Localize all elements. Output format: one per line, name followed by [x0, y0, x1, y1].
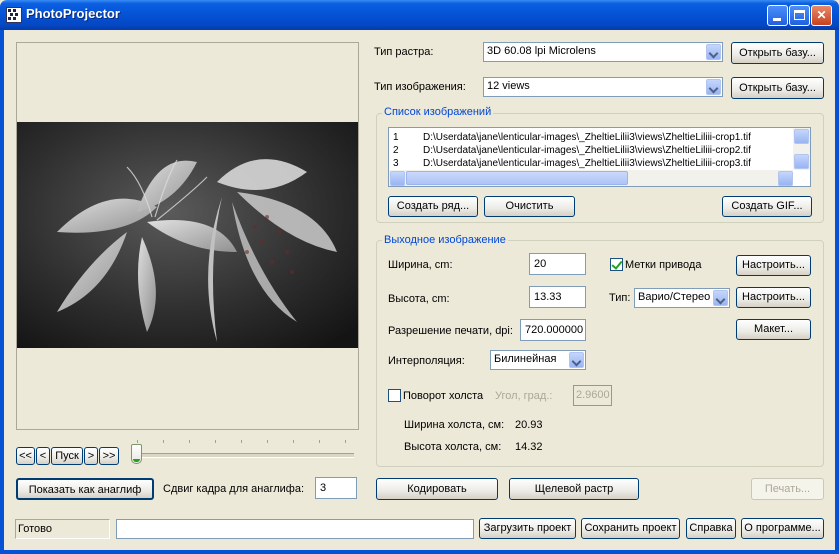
image-type-value: 12 views	[487, 80, 530, 92]
layout-button[interactable]: Макет...	[736, 319, 811, 340]
type-label: Тип:	[609, 292, 631, 304]
show-anaglyph-button[interactable]: Показать как анаглиф	[16, 478, 154, 500]
minimize-icon	[773, 18, 781, 21]
scroll-left-icon[interactable]	[390, 171, 405, 186]
type-select[interactable]: Варио/Стерео	[634, 288, 730, 308]
create-row-button[interactable]: Создать ряд...	[388, 196, 478, 217]
angle-label: Угол, град.:	[495, 390, 553, 402]
interpolation-value: Билинейная	[494, 353, 557, 365]
list-horizontal-scrollbar[interactable]	[389, 170, 793, 186]
rotate-canvas-checkbox[interactable]	[388, 389, 401, 402]
list-item[interactable]: 3 D:\Userdata\jane\lenticular-images\_Zhe…	[393, 158, 751, 170]
slider-tick	[163, 440, 164, 443]
maximize-icon	[794, 10, 805, 20]
raster-type-label: Тип растра:	[374, 46, 434, 58]
prev-frame-button[interactable]: <	[36, 447, 50, 465]
about-button[interactable]: О программе...	[741, 518, 824, 539]
next-frame-button[interactable]: >	[84, 447, 98, 465]
height-label: Высота, cm:	[388, 293, 450, 305]
open-image-db-button[interactable]: Открыть базу...	[731, 77, 824, 99]
first-frame-button[interactable]: <<	[16, 447, 35, 465]
width-input[interactable]: 20	[529, 253, 586, 275]
list-item[interactable]: 2 D:\Userdata\jane\lenticular-images\_Zhe…	[393, 145, 751, 156]
load-project-button[interactable]: Загрузить проект	[479, 518, 576, 539]
list-vertical-scrollbar[interactable]	[793, 128, 810, 170]
frame-slider-track[interactable]	[136, 453, 354, 458]
last-frame-button[interactable]: >>	[99, 447, 119, 465]
anaglyph-shift-label: Сдвиг кадра для анаглифа:	[163, 483, 305, 495]
interpolation-label: Интерполяция:	[388, 355, 465, 367]
window-frame-left	[0, 30, 4, 554]
resolution-input[interactable]: 720.000000	[520, 319, 586, 341]
minimize-button[interactable]	[767, 5, 788, 26]
image-list-title: Список изображений	[382, 106, 494, 118]
chevron-down-icon[interactable]	[569, 352, 584, 368]
clear-button[interactable]: Очистить	[484, 196, 575, 217]
status-pane: Готово	[15, 519, 110, 539]
close-button[interactable]: ✕	[811, 5, 832, 26]
encode-button[interactable]: Кодировать	[376, 478, 498, 500]
type-value: Варио/Стерео	[638, 291, 711, 303]
status-text: Готово	[18, 523, 52, 535]
angle-input[interactable]: 2.9600	[573, 385, 612, 406]
frame-slider-thumb[interactable]	[131, 444, 142, 464]
configure-type-button[interactable]: Настроить...	[736, 287, 811, 308]
slider-tick	[189, 440, 190, 443]
slider-tick	[241, 440, 242, 443]
window-frame-right	[835, 30, 839, 554]
scroll-up-icon[interactable]	[794, 129, 809, 144]
chevron-down-icon[interactable]	[713, 290, 728, 306]
image-type-label: Тип изображения:	[374, 81, 466, 93]
resolution-label: Разрешение печати, dpi:	[388, 325, 513, 337]
title-bar[interactable]: PhotoProjector ✕	[0, 0, 839, 30]
close-icon: ✕	[816, 8, 827, 22]
rotate-canvas-label: Поворот холста	[403, 390, 484, 402]
scroll-down-icon[interactable]	[794, 154, 809, 169]
open-raster-db-button[interactable]: Открыть базу...	[731, 42, 824, 64]
slider-tick	[293, 440, 294, 443]
app-window: PhotoProjector ✕ << < Пуск > >> Показать…	[0, 0, 839, 554]
play-button[interactable]: Пуск	[51, 447, 83, 465]
progress-bar	[116, 519, 474, 539]
scroll-thumb[interactable]	[406, 171, 628, 185]
slider-tick	[137, 440, 138, 443]
anaglyph-shift-input[interactable]: 3	[315, 477, 357, 499]
configure-marks-button[interactable]: Настроить...	[736, 255, 811, 276]
chevron-down-icon[interactable]	[706, 79, 721, 95]
save-project-button[interactable]: Сохранить проект	[581, 518, 680, 539]
slider-tick	[345, 440, 346, 443]
preview-image	[17, 122, 358, 348]
create-gif-button[interactable]: Создать GIF...	[722, 196, 812, 217]
output-image-title: Выходное изображение	[382, 234, 508, 246]
window-frame-bottom	[0, 550, 839, 554]
width-label: Ширина, cm:	[388, 259, 453, 271]
chevron-down-icon[interactable]	[706, 44, 721, 60]
slider-tick	[319, 440, 320, 443]
help-button[interactable]: Справка	[686, 518, 736, 539]
canvas-height-label: Высота холста, см:	[404, 441, 502, 453]
image-list[interactable]: 1 D:\Userdata\jane\lenticular-images\_Zhe…	[388, 127, 811, 187]
drive-marks-checkbox[interactable]	[610, 258, 623, 271]
slider-tick	[267, 440, 268, 443]
canvas-width-value: 20.93	[515, 419, 543, 431]
slider-tick	[215, 440, 216, 443]
interpolation-select[interactable]: Билинейная	[490, 350, 586, 370]
window-title: PhotoProjector	[26, 6, 120, 21]
app-icon	[6, 7, 22, 23]
canvas-width-label: Ширина холста, см:	[404, 419, 505, 431]
print-button[interactable]: Печать...	[751, 478, 824, 500]
slit-raster-button[interactable]: Щелевой растр	[509, 478, 639, 500]
raster-type-value: 3D 60.08 lpi Microlens	[487, 45, 596, 57]
maximize-button[interactable]	[789, 5, 810, 26]
drive-marks-label: Метки привода	[625, 259, 702, 271]
raster-type-select[interactable]: 3D 60.08 lpi Microlens	[483, 42, 723, 62]
height-input[interactable]: 13.33	[529, 286, 586, 308]
scroll-right-icon[interactable]	[778, 171, 793, 186]
list-item[interactable]: 1 D:\Userdata\jane\lenticular-images\_Zhe…	[393, 132, 751, 143]
image-type-select[interactable]: 12 views	[483, 77, 723, 97]
canvas-height-value: 14.32	[515, 441, 543, 453]
